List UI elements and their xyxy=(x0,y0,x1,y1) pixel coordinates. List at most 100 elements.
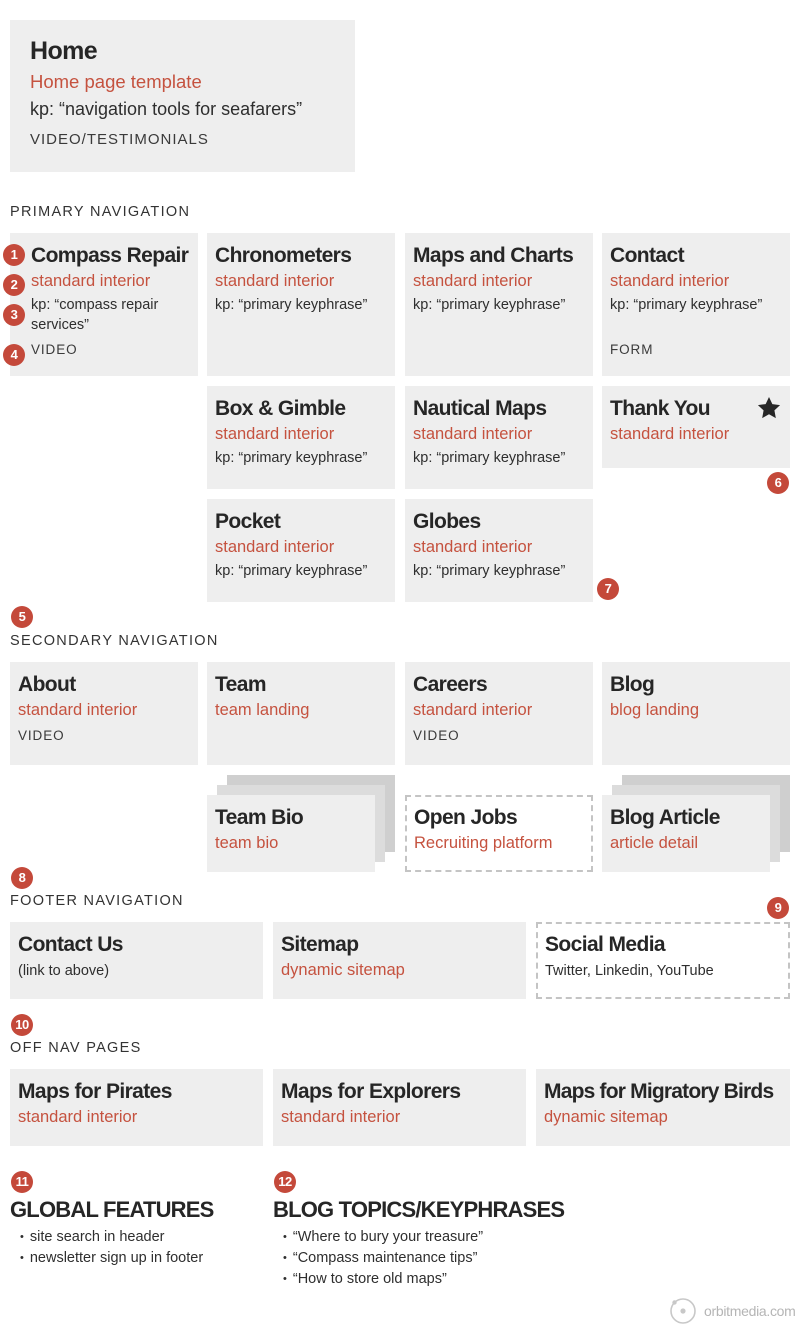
page-template: standard interior xyxy=(413,425,533,443)
page-box-maps-and-charts: Maps and Charts standard interior kp: “p… xyxy=(405,233,593,376)
page-box-compass-repair: Compass Repair standard interior kp: “co… xyxy=(10,233,198,376)
section-label-primary-navigation: PRIMARY NAVIGATION xyxy=(10,204,191,220)
page-feature-tag: VIDEO xyxy=(31,342,78,357)
page-template: dynamic sitemap xyxy=(544,1108,668,1126)
page-title: Compass Repair xyxy=(31,244,189,267)
page-title: Nautical Maps xyxy=(413,397,547,420)
page-title: Maps for Pirates xyxy=(18,1080,172,1103)
page-template: team bio xyxy=(215,834,279,852)
page-box-pocket: Pocket standard interior kp: “primary ke… xyxy=(207,499,395,602)
page-title: Maps and Charts xyxy=(413,244,574,267)
page-template: standard interior xyxy=(18,1108,138,1126)
page-title: About xyxy=(18,673,76,696)
annotation-badge-2: 2 xyxy=(3,274,25,296)
annotation-badge-3: 3 xyxy=(3,304,25,326)
list-item: site search in header xyxy=(20,1227,203,1248)
page-box-team-bio: Team Bio team bio xyxy=(207,795,375,872)
page-template: article detail xyxy=(610,834,699,852)
annotation-badge-5: 5 xyxy=(11,606,33,628)
page-box-careers: Careers standard interior VIDEO xyxy=(405,662,593,765)
page-keyphrase: kp: “primary keyphrase” xyxy=(413,563,566,579)
page-keyphrase: kp: “primary keyphrase” xyxy=(215,297,368,313)
section-label-off-nav-pages: OFF NAV PAGES xyxy=(10,1040,142,1056)
page-box-team: Team team landing xyxy=(207,662,395,765)
page-feature-tag: VIDEO xyxy=(413,728,460,743)
page-template: standard interior xyxy=(31,272,151,290)
page-title: Team xyxy=(215,673,267,696)
page-keyphrase: kp: “navigation tools for seafarers” xyxy=(30,99,303,119)
page-title: Maps for Migratory Birds xyxy=(544,1080,774,1103)
page-template: standard interior xyxy=(281,1108,401,1126)
page-box-social-media: Social Media Twitter, Linkedin, YouTube xyxy=(536,922,790,999)
annotation-badge-9: 9 xyxy=(767,897,789,919)
page-template: standard interior xyxy=(215,538,335,556)
page-title: Open Jobs xyxy=(414,806,518,829)
credit-text: orbitmedia.com xyxy=(704,1303,796,1319)
page-box-box-and-gimble: Box & Gimble standard interior kp: “prim… xyxy=(207,386,395,489)
page-template: Home page template xyxy=(30,71,202,92)
page-template: dynamic sitemap xyxy=(281,961,405,979)
page-box-maps-for-migratory-birds: Maps for Migratory Birds dynamic sitemap xyxy=(536,1069,790,1146)
annotation-badge-8: 8 xyxy=(11,867,33,889)
page-template: standard interior xyxy=(610,425,730,443)
annotation-badge-7: 7 xyxy=(597,578,619,600)
page-template: blog landing xyxy=(610,701,699,719)
page-title: Chronometers xyxy=(215,244,352,267)
page-note: (link to above) xyxy=(18,963,110,979)
page-title: Box & Gimble xyxy=(215,397,346,420)
page-box-sitemap: Sitemap dynamic sitemap xyxy=(273,922,526,999)
page-keyphrase: kp: “primary keyphrase” xyxy=(215,563,368,579)
page-box-globes: Globes standard interior kp: “primary ke… xyxy=(405,499,593,602)
page-template: standard interior xyxy=(18,701,138,719)
page-title: Social Media xyxy=(545,933,666,956)
annotation-badge-10: 10 xyxy=(11,1014,33,1036)
page-template: standard interior xyxy=(610,272,730,290)
list-item: newsletter sign up in footer xyxy=(20,1248,203,1269)
global-features-heading: GLOBAL FEATURES xyxy=(10,1197,214,1222)
page-title: Blog xyxy=(610,673,655,696)
page-box-maps-for-pirates: Maps for Pirates standard interior xyxy=(10,1069,263,1146)
section-label-secondary-navigation: SECONDARY NAVIGATION xyxy=(10,633,219,649)
page-template: standard interior xyxy=(413,272,533,290)
page-title: Home xyxy=(30,37,98,65)
page-title: Maps for Explorers xyxy=(281,1080,461,1103)
page-title: Contact xyxy=(610,244,685,267)
orbit-media-credit: orbitmedia.com xyxy=(668,1296,796,1326)
page-feature-tag: FORM xyxy=(610,342,654,357)
page-keyphrase: kp: “primary keyphrase” xyxy=(413,450,566,466)
page-keyphrase: kp: “primary keyphrase” xyxy=(610,297,763,313)
page-title: Pocket xyxy=(215,510,281,533)
page-template: team landing xyxy=(215,701,310,719)
page-feature-tag: VIDEO xyxy=(18,728,65,743)
page-box-nautical-maps: Nautical Maps standard interior kp: “pri… xyxy=(405,386,593,489)
page-box-maps-for-explorers: Maps for Explorers standard interior xyxy=(273,1069,526,1146)
page-keyphrase: kp: “primary keyphrase” xyxy=(215,450,368,466)
page-template: standard interior xyxy=(413,701,533,719)
page-keyphrase: kp: “compass repair services” xyxy=(31,297,159,333)
star-icon xyxy=(757,396,781,419)
list-item: “Where to bury your treasure” xyxy=(283,1227,483,1248)
page-title: Team Bio xyxy=(215,806,304,829)
page-template: standard interior xyxy=(215,272,335,290)
page-title: Blog Article xyxy=(610,806,720,829)
page-template: Recruiting platform xyxy=(414,834,553,852)
annotation-badge-12: 12 xyxy=(274,1171,296,1193)
annotation-badge-1: 1 xyxy=(3,244,25,266)
blog-topics-heading: BLOG TOPICS/KEYPHRASES xyxy=(273,1197,565,1222)
page-box-contact-us: Contact Us (link to above) xyxy=(10,922,263,999)
home-page-box: Home Home page template kp: “navigation … xyxy=(10,20,355,172)
list-item: “Compass maintenance tips” xyxy=(283,1248,483,1269)
page-box-about: About standard interior VIDEO xyxy=(10,662,198,765)
section-label-footer-navigation: FOOTER NAVIGATION xyxy=(10,893,184,909)
annotation-badge-11: 11 xyxy=(11,1171,33,1193)
page-note: Twitter, Linkedin, YouTube xyxy=(545,963,714,979)
page-box-chronometers: Chronometers standard interior kp: “prim… xyxy=(207,233,395,376)
global-features-list: site search in header newsletter sign up… xyxy=(20,1227,203,1269)
page-box-open-jobs: Open Jobs Recruiting platform xyxy=(405,795,593,872)
page-box-blog: Blog blog landing xyxy=(602,662,790,765)
page-title: Globes xyxy=(413,510,481,533)
orbit-logo-icon xyxy=(670,1298,696,1324)
page-title: Careers xyxy=(413,673,488,696)
page-template: standard interior xyxy=(413,538,533,556)
page-box-thank-you: Thank You standard interior xyxy=(602,386,790,468)
